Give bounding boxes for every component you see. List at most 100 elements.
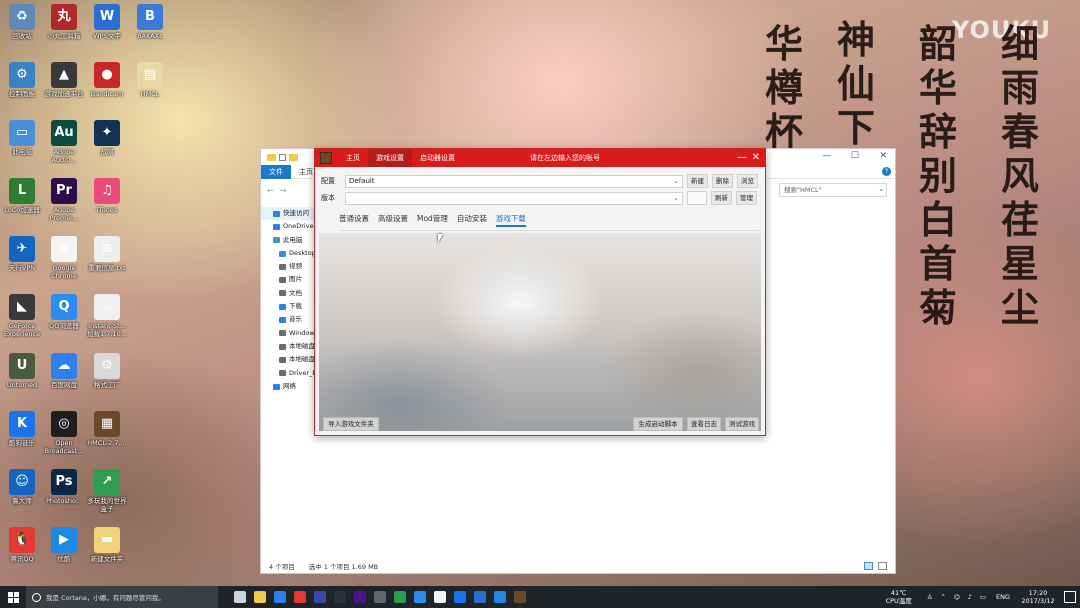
tab-launcher-settings[interactable]: 启动器设置 bbox=[412, 149, 463, 167]
nav-item[interactable]: Windows bbox=[261, 327, 319, 340]
nav-item[interactable]: 图片 bbox=[261, 273, 319, 286]
subtab[interactable]: 高级设置 bbox=[378, 213, 408, 227]
nav-item[interactable]: 本地磁盘 bbox=[261, 340, 319, 353]
network-icon[interactable]: ⌬ bbox=[954, 593, 960, 601]
desktop-icon[interactable]: 🐧 腾讯QQ bbox=[0, 527, 44, 563]
desktop-icon[interactable]: ▬ 新建文件夹 bbox=[85, 527, 129, 563]
subtab[interactable]: 普通设置 bbox=[339, 213, 369, 227]
person-icon[interactable]: ♙ bbox=[927, 593, 933, 601]
profile-select[interactable]: Default ⌄ bbox=[345, 174, 683, 188]
desktop-icon[interactable]: L LoCo加速器 bbox=[0, 178, 44, 214]
taskbar-kugou-button[interactable] bbox=[450, 586, 470, 608]
taskbar-minecraft-box-button[interactable] bbox=[390, 586, 410, 608]
desktop-icon[interactable]: Ps Photosho... bbox=[42, 469, 86, 505]
desktop-icon[interactable]: ▲ 游戏加速平台 bbox=[42, 62, 86, 98]
desktop-icon[interactable]: ⚙ 控制面板 bbox=[0, 62, 44, 98]
taskbar-chrome-button[interactable] bbox=[430, 586, 450, 608]
desktop-icon[interactable]: ♻ 回收站 bbox=[0, 4, 44, 40]
taskbar-qq-browser-button[interactable] bbox=[410, 586, 430, 608]
launcher-titlebar[interactable]: 主页 游戏设置 启动器设置 请在左边输入您的账号 — ✕ bbox=[315, 149, 765, 167]
desktop-icon[interactable]: ▤ HMCL bbox=[128, 62, 172, 98]
desktop-icon[interactable]: Pr Adobe Premie... bbox=[42, 178, 86, 222]
nav-item[interactable]: 网络 bbox=[261, 380, 319, 393]
nav-item[interactable]: 下载 bbox=[261, 300, 319, 313]
desktop-icon[interactable]: ⚙ 格式工厂 bbox=[85, 353, 129, 389]
subtab[interactable]: 自动安装 bbox=[457, 213, 487, 227]
close-icon[interactable]: ✕ bbox=[752, 149, 760, 167]
generate-launch-script-button[interactable]: 生成启动脚本 bbox=[633, 417, 683, 431]
desktop-icon[interactable]: W WPS文字 bbox=[85, 4, 129, 40]
back-arrow-icon[interactable]: ← bbox=[267, 186, 274, 195]
desktop-icon[interactable]: ▦ HMCL-2.7.... bbox=[85, 411, 129, 447]
desktop-icon[interactable]: ▭ 此电脑 bbox=[0, 120, 44, 156]
desktop-icon[interactable]: K 酷狗音乐 bbox=[0, 411, 44, 447]
taskbar-obs-button[interactable] bbox=[330, 586, 350, 608]
desktop-icon[interactable]: U Unturned bbox=[0, 353, 44, 389]
nav-item[interactable]: Driver_B bbox=[261, 367, 319, 380]
search-input[interactable]: 搜索"HMCL" ⌕ bbox=[779, 183, 887, 197]
help-icon[interactable]: ? bbox=[882, 167, 891, 176]
battery-icon[interactable]: ▭ bbox=[980, 593, 986, 601]
version-extra-button[interactable] bbox=[687, 191, 707, 205]
details-view-icon[interactable] bbox=[864, 562, 873, 570]
desktop-icon[interactable]: ♫ iTunes bbox=[85, 178, 129, 214]
nav-item[interactable]: Desktop bbox=[261, 247, 319, 260]
import-game-folder-button[interactable]: 导入游戏文件夹 bbox=[323, 417, 379, 431]
nav-item[interactable]: 音乐 bbox=[261, 313, 319, 326]
delete-profile-button[interactable]: 删除 bbox=[712, 174, 733, 188]
chevron-up-icon[interactable]: ⌃ bbox=[941, 593, 946, 601]
subtab[interactable]: Mod管理 bbox=[417, 213, 448, 227]
taskbar-file-explorer-button[interactable] bbox=[250, 586, 270, 608]
version-select[interactable]: ⌄ bbox=[345, 191, 683, 205]
new-folder-icon[interactable] bbox=[289, 153, 298, 161]
new-profile-button[interactable]: 新建 bbox=[687, 174, 708, 188]
nav-item[interactable]: 本地磁盘 bbox=[261, 353, 319, 366]
desktop-icon[interactable]: ✦ 战网 bbox=[85, 120, 129, 156]
manage-button[interactable]: 管理 bbox=[736, 191, 757, 205]
minimize-icon[interactable]: — bbox=[822, 151, 831, 161]
taskbar-wps-button[interactable] bbox=[470, 586, 490, 608]
minimize-icon[interactable]: — bbox=[737, 149, 747, 167]
nav-item[interactable]: 快速访问 bbox=[261, 207, 319, 221]
desktop-icon[interactable]: ≡ 重要信息.txt bbox=[85, 236, 129, 272]
clock[interactable]: 17:20 2017/3/12 bbox=[1016, 589, 1060, 605]
notification-icon[interactable] bbox=[1064, 591, 1076, 603]
test-game-button[interactable]: 测试游戏 bbox=[725, 417, 759, 431]
taskbar-baidu-netdisk-button[interactable] bbox=[270, 586, 290, 608]
desktop-icon[interactable]: ☁ 百度网盘 bbox=[42, 353, 86, 389]
nav-item[interactable]: 视频 bbox=[261, 260, 319, 273]
nav-item[interactable]: 文档 bbox=[261, 287, 319, 300]
tab-home[interactable]: 主页 bbox=[338, 149, 368, 167]
properties-icon[interactable] bbox=[279, 153, 286, 161]
desktop-icon[interactable]: 丸小丸工具箱 bbox=[42, 4, 86, 40]
desktop-icon[interactable]: ☺ 鲁大师 bbox=[0, 469, 44, 505]
desktop-icon[interactable]: Au Adobe Auditi... bbox=[42, 120, 86, 164]
desktop-icon[interactable]: ☕ Instant-St... 加载1.7.10... bbox=[85, 294, 129, 338]
close-icon[interactable]: ✕ bbox=[879, 151, 887, 161]
maximize-icon[interactable]: ☐ bbox=[851, 151, 859, 161]
input-language[interactable]: ENG bbox=[996, 593, 1010, 601]
large-icons-view-icon[interactable] bbox=[878, 562, 887, 570]
cortana-search-box[interactable]: 我是 Cortana，小娜。有问题尽管问我。 bbox=[26, 586, 218, 608]
desktop-icon[interactable]: ↗ 多玩我的世界盒子 bbox=[85, 469, 129, 513]
forward-arrow-icon[interactable]: → bbox=[280, 186, 287, 195]
desktop-icon[interactable]: ◉ Google Chrome bbox=[42, 236, 86, 280]
taskbar-qq-button[interactable] bbox=[290, 586, 310, 608]
desktop-icon[interactable]: Q QQ浏览器 bbox=[42, 294, 86, 330]
taskbar-task-view-button[interactable] bbox=[230, 586, 250, 608]
hmcl-launcher-window[interactable]: 主页 游戏设置 启动器设置 请在左边输入您的账号 — ✕ 配置 Default … bbox=[314, 148, 766, 436]
desktop-icon[interactable]: ● Bandicam bbox=[85, 62, 129, 98]
start-button[interactable] bbox=[0, 586, 26, 608]
view-log-button[interactable]: 查看日志 bbox=[687, 417, 721, 431]
taskbar-unknown-app-button[interactable] bbox=[310, 586, 330, 608]
desktop-icon[interactable]: ◣ GeForce Experience bbox=[0, 294, 44, 338]
subtab[interactable]: 游戏下载 bbox=[495, 213, 526, 227]
volume-icon[interactable]: ♪ bbox=[968, 593, 972, 601]
desktop-icon[interactable]: ◎ Open Broadcast... bbox=[42, 411, 86, 455]
ribbon-tab-file[interactable]: 文件 bbox=[261, 164, 291, 179]
taskbar-premiere-button[interactable] bbox=[350, 586, 370, 608]
desktop-icon[interactable]: B BAKAXL bbox=[128, 4, 172, 40]
desktop-icon[interactable]: ✈ 天行VPN bbox=[0, 236, 44, 272]
refresh-button[interactable]: 刷新 bbox=[711, 191, 732, 205]
nav-item[interactable]: OneDrive bbox=[261, 220, 319, 233]
